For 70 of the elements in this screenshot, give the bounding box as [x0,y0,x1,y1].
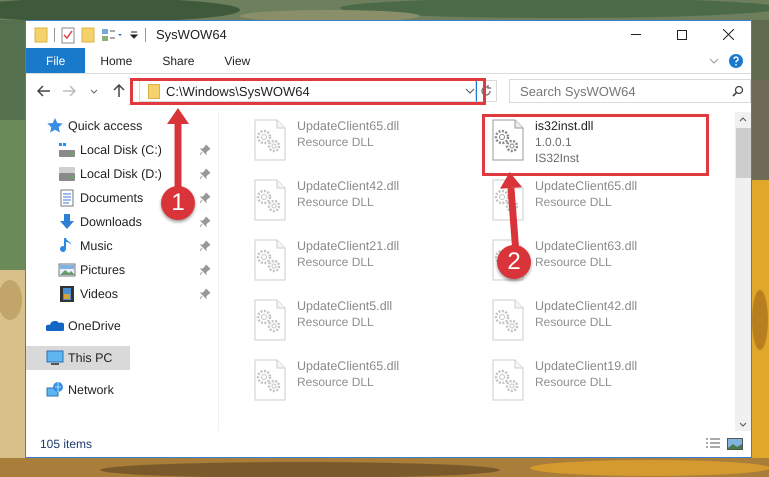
dll-file-icon [253,239,287,281]
nav-item[interactable]: Videos [26,282,122,306]
dll-file-icon [491,119,525,161]
search-icon [732,85,744,97]
star-icon [46,117,64,135]
nav-item[interactable]: Music [26,234,117,258]
file-detail: Resource DLL [535,314,613,330]
file-detail: Resource DLL [535,194,613,210]
ribbon-tab[interactable]: View [209,48,266,73]
file-detail: IS32Inst [535,150,580,166]
address-bar[interactable]: C:\Windows\SysWOW64 [138,80,476,102]
file-detail: Resource DLL [297,194,375,210]
file-name[interactable]: is32inst.dll [535,119,594,134]
file-detail: Resource DLL [535,254,613,270]
caret-up-icon [739,116,747,122]
caret-down-icon [739,422,747,426]
file-detail: Resource DLL [535,374,613,390]
view-menu-icon[interactable] [101,28,123,42]
nav-item[interactable]: Downloads [26,210,146,234]
file-detail: Resource DLL [297,374,375,390]
expand-ribbon-icon[interactable] [709,58,719,64]
dropdown-caret-icon[interactable] [464,88,475,94]
monitor-icon [46,349,64,367]
caret-icon [90,88,98,94]
nav-item[interactable]: Quick access [26,114,146,138]
dll-file-icon [253,119,287,161]
nav-item[interactable]: Documents [26,186,148,210]
forward-arrow-icon [62,85,76,97]
picture-icon [58,261,76,279]
drive-icon [58,165,76,183]
ribbon-tab[interactable]: Home [85,48,148,73]
scrollbar[interactable] [735,112,751,431]
dll-file-icon [253,179,287,221]
customize-caret-icon[interactable] [129,30,139,40]
document-icon [58,189,76,207]
dll-file-icon [253,359,287,401]
search-field[interactable]: Search SysWOW64 [509,79,752,103]
nav-item[interactable]: Pictures [26,258,130,282]
scroll-thumb[interactable] [736,128,750,178]
nav-item[interactable]: This PC [26,346,130,370]
folder-icon [148,84,160,98]
properties-icon[interactable] [61,26,75,44]
nav-item[interactable]: Local Disk (C:) [26,138,166,162]
dll-file-icon [253,299,287,341]
help-icon[interactable] [729,54,743,68]
close-icon [722,29,734,40]
maximize-icon [677,30,687,40]
file-detail: Resource DLL [297,254,375,270]
window-title: SysWOW64 [156,27,227,42]
file-detail: Resource DLL [297,314,375,330]
item-count: 105 items [40,437,92,451]
file-detail: Resource DLL [297,134,375,150]
ribbon-tab[interactable]: Share [147,48,210,73]
nav-item[interactable]: Network [26,378,118,402]
refresh-icon [480,85,492,97]
details-view-icon[interactable] [705,438,721,450]
drive-icon [58,141,76,159]
minimize-icon [631,34,641,36]
file-menu-button[interactable]: File [26,48,86,73]
dll-file-icon [491,299,525,341]
nav-item[interactable]: Local Disk (D:) [26,162,166,186]
down-arrow-icon [58,213,76,231]
film-icon [58,285,76,303]
up-arrow-icon [113,84,126,98]
network-icon [46,381,64,399]
nav-item[interactable]: OneDrive [26,314,125,338]
large-icons-view-icon[interactable] [727,438,743,450]
file-detail: 1.0.0.1 [535,134,573,150]
back-arrow-icon [36,85,51,97]
dll-file-icon [491,359,525,401]
